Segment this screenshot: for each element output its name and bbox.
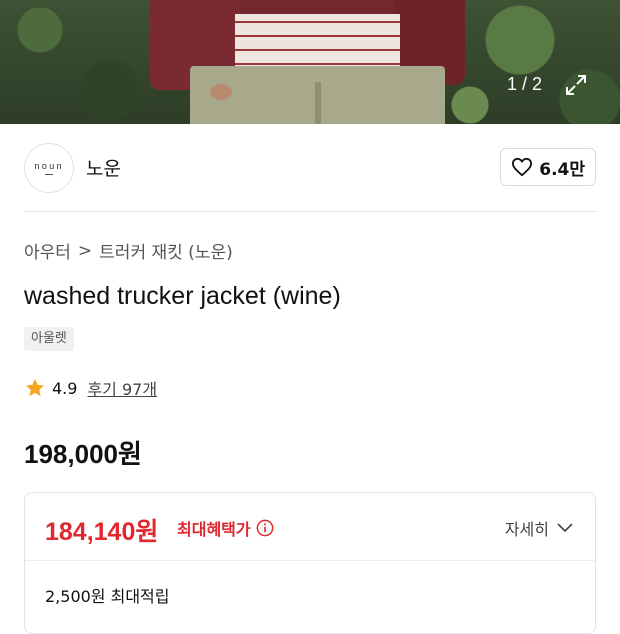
product-title: washed trucker jacket (wine): [24, 282, 341, 310]
detail-button[interactable]: 자세히: [505, 516, 573, 540]
max-benefit-label: 최대혜택가: [177, 516, 274, 540]
outlet-tag: 아울렛: [24, 327, 74, 351]
info-icon[interactable]: [256, 519, 274, 537]
brand-name[interactable]: 노운: [86, 154, 121, 181]
benefit-box: 184,140원 최대혜택가 자세히 2,500원 최대적립: [24, 492, 596, 634]
rating-row: 4.9 후기 97개: [24, 376, 157, 400]
max-benefit-price: 184,140원: [45, 518, 159, 546]
image-counter: 1 / 2: [507, 74, 543, 94]
breadcrumb-separator: >: [77, 240, 93, 261]
breadcrumb-subcategory[interactable]: 트러커 재킷 (노운): [99, 238, 233, 263]
heart-icon: [512, 157, 533, 177]
expand-icon[interactable]: [563, 72, 589, 98]
brand-row: noun 노운 6.4만: [24, 142, 596, 193]
like-button[interactable]: 6.4만: [500, 148, 596, 186]
divider: [24, 211, 596, 212]
max-points: 2,500원 최대적립: [45, 587, 170, 606]
breadcrumb-category[interactable]: 아우터: [24, 238, 71, 263]
breadcrumb: 아우터 > 트러커 재킷 (노운): [24, 238, 233, 264]
product-price: 198,000원: [24, 439, 142, 469]
review-link[interactable]: 후기 97개: [87, 376, 157, 400]
star-icon: [25, 378, 45, 397]
brand-logo-text: noun: [34, 161, 64, 172]
rating-score: 4.9: [52, 378, 78, 398]
product-image-carousel[interactable]: 1 / 2: [0, 0, 620, 124]
benefit-header: 184,140원 최대혜택가 자세히: [25, 493, 595, 561]
chevron-down-icon: [557, 523, 573, 533]
brand-logo[interactable]: noun: [24, 143, 74, 193]
detail-label: 자세히: [504, 520, 549, 539]
max-benefit-label-text: 최대혜택가: [177, 520, 251, 539]
like-count: 6.4만: [539, 159, 585, 180]
